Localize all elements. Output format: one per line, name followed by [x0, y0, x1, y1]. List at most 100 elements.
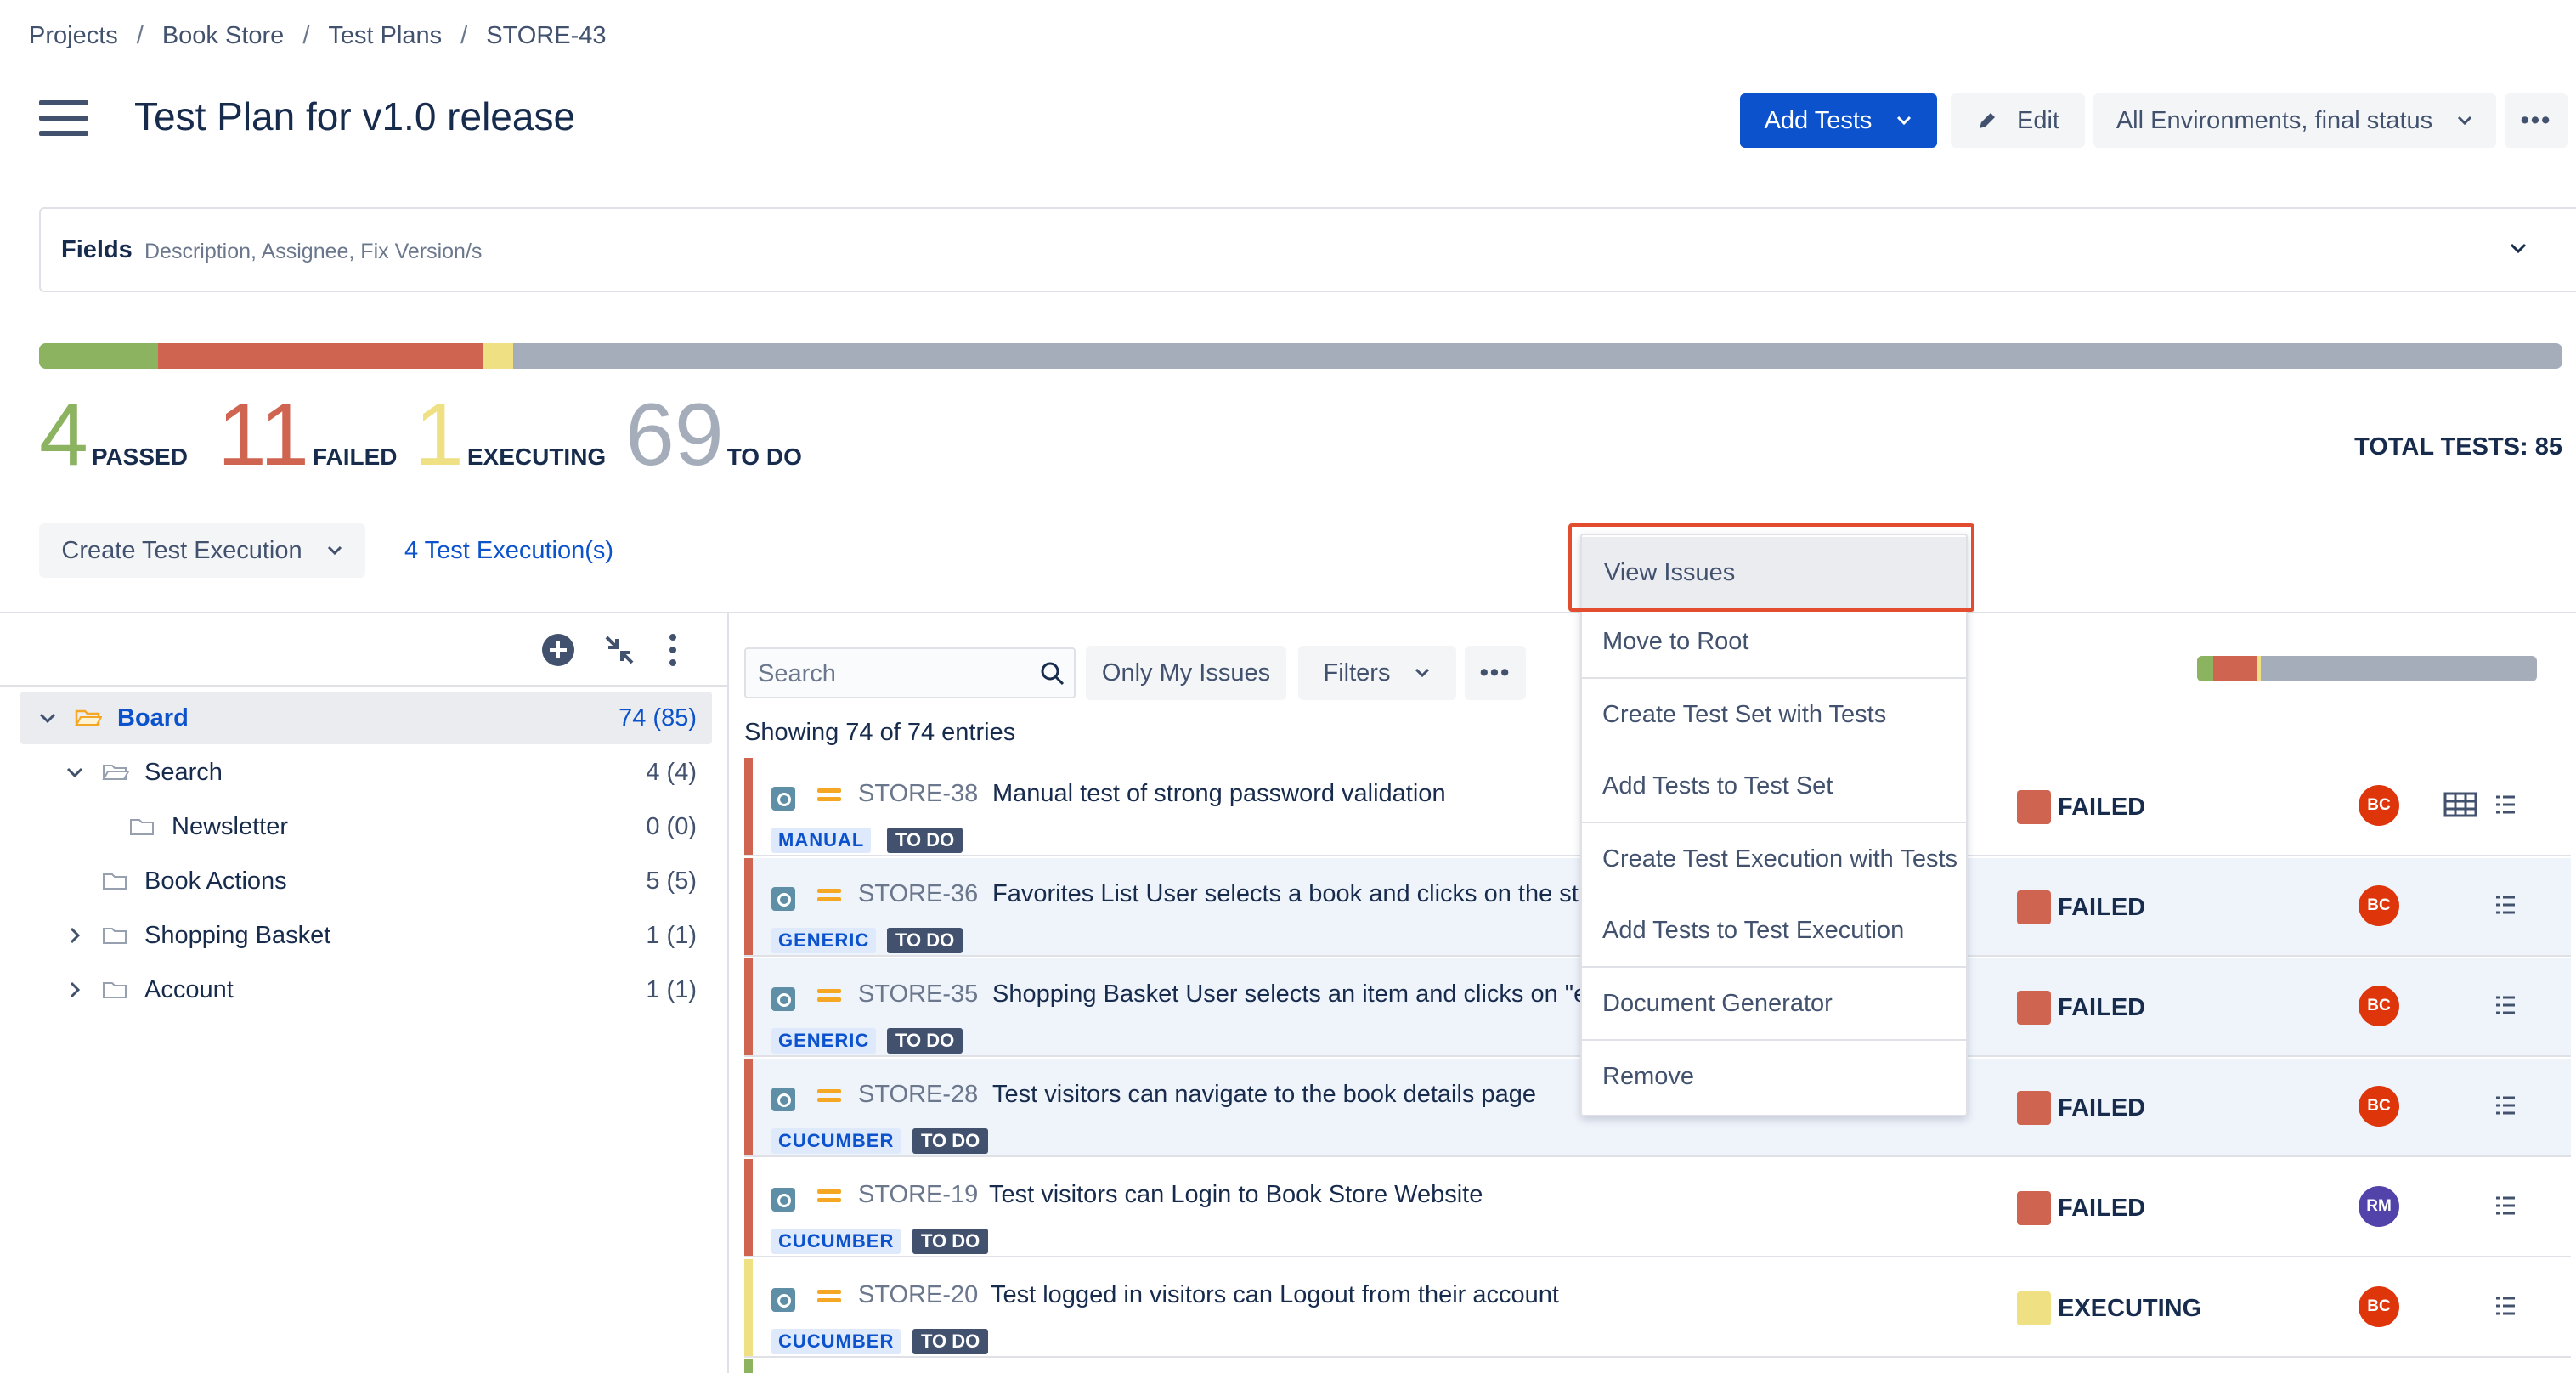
stat-failed-label: FAILED	[312, 444, 398, 470]
issue-summary[interactable]: Test visitors can navigate to the book d…	[992, 1081, 1536, 1109]
menu-item-view-issues[interactable]: View Issues	[1582, 537, 1966, 608]
tree-item-label: Newsletter	[172, 812, 288, 840]
row-status-stripe	[744, 1159, 753, 1256]
progress-failed	[157, 343, 483, 369]
tree-item-search[interactable]: Search 4 (4)	[20, 746, 712, 799]
fields-summary: Description, Assignee, Fix Version/s	[144, 240, 483, 263]
menu-item-create-test-execution[interactable]: Create Test Execution with Tests	[1580, 823, 1968, 895]
chevron-down-icon[interactable]	[37, 708, 58, 728]
issue-key[interactable]: STORE-20	[858, 1281, 978, 1309]
list-progress-failed	[2212, 656, 2257, 681]
only-my-issues-button[interactable]: Only My Issues	[1086, 646, 1286, 700]
test-type-badge: GENERIC	[771, 1028, 877, 1054]
add-tests-button[interactable]: Add Tests	[1740, 93, 1937, 148]
tree-item-book-actions[interactable]: Book Actions 5 (5)	[20, 855, 712, 907]
result-status[interactable]: FAILED	[2058, 994, 2145, 1022]
list-details-icon[interactable]	[2494, 894, 2517, 916]
avatar[interactable]: RM	[2359, 1186, 2399, 1227]
stat-failed[interactable]: 11 FAILED	[217, 391, 398, 479]
avatar[interactable]: BC	[2359, 986, 2399, 1026]
avatar[interactable]: BC	[2359, 785, 2399, 826]
test-executions-link[interactable]: 4 Test Execution(s)	[404, 537, 613, 565]
list-details-icon[interactable]	[2494, 994, 2517, 1016]
folder-icon	[103, 928, 127, 944]
issue-summary[interactable]: Test logged in visitors can Logout from …	[991, 1281, 1559, 1309]
stat-todo[interactable]: 69 TO DO	[625, 391, 802, 479]
filters-button[interactable]: Filters	[1298, 646, 1456, 700]
more-actions-button[interactable]: •••	[2505, 93, 2568, 148]
issue-key[interactable]: STORE-35	[858, 980, 978, 1009]
issue-summary[interactable]: Shopping Basket User selects an item and…	[992, 980, 1587, 1009]
breadcrumb-projects[interactable]: Projects	[29, 22, 118, 50]
issue-key[interactable]: STORE-38	[858, 780, 978, 808]
breadcrumb-test-plans[interactable]: Test Plans	[328, 22, 442, 50]
list-details-icon[interactable]	[2494, 794, 2517, 816]
create-test-execution-button[interactable]: Create Test Execution	[39, 523, 365, 578]
breadcrumb-separator: /	[136, 22, 144, 49]
folder-open-icon	[102, 765, 129, 780]
issue-summary[interactable]: Test visitors can Login to Book Store We…	[989, 1181, 1483, 1209]
list-details-icon[interactable]	[2494, 1295, 2517, 1317]
priority-medium-icon	[817, 887, 841, 904]
tree-item-shopping-basket[interactable]: Shopping Basket 1 (1)	[20, 909, 712, 962]
test-row[interactable]: STORE-20 Test logged in visitors can Log…	[744, 1259, 2571, 1358]
result-status[interactable]: FAILED	[2058, 1094, 2145, 1122]
issue-summary[interactable]: Favorites List User selects a book and c…	[992, 880, 1579, 908]
menu-hamburger-icon[interactable]	[39, 100, 88, 136]
folder-open-icon	[75, 709, 102, 726]
issue-key[interactable]: STORE-19	[858, 1181, 978, 1209]
menu-item-add-to-test-execution[interactable]: Add Tests to Test Execution	[1580, 895, 1968, 966]
grid-icon[interactable]	[2443, 792, 2477, 817]
breadcrumb-book-store[interactable]: Book Store	[162, 22, 284, 50]
list-details-icon[interactable]	[2494, 1195, 2517, 1217]
test-type-icon	[771, 887, 795, 911]
breadcrumb-issue-key[interactable]: STORE-43	[486, 22, 606, 50]
filters-label: Filters	[1323, 658, 1391, 686]
tree-item-board[interactable]: Board 74 (85)	[20, 692, 712, 744]
menu-item-add-to-test-set[interactable]: Add Tests to Test Set	[1580, 750, 1968, 822]
avatar[interactable]: BC	[2359, 885, 2399, 926]
chevron-right-icon[interactable]	[65, 925, 85, 946]
overall-progress-bar	[39, 343, 2562, 369]
issue-summary[interactable]: Manual test of strong password validatio…	[992, 780, 1446, 808]
row-status-stripe	[744, 1059, 753, 1155]
stat-executing[interactable]: 1 EXECUTING	[415, 391, 606, 479]
stat-passed[interactable]: 4 PASSED	[39, 391, 188, 479]
more-icon: •••	[1479, 658, 1511, 686]
menu-item-create-test-set[interactable]: Create Test Set with Tests	[1580, 679, 1968, 750]
test-row[interactable]: STORE-19 Test visitors can Login to Book…	[744, 1159, 2571, 1257]
search-input[interactable]	[758, 658, 1030, 690]
list-details-icon[interactable]	[2494, 1094, 2517, 1116]
panel-vertical-divider	[727, 612, 729, 1373]
menu-item-document-generator[interactable]: Document Generator	[1580, 968, 1968, 1039]
result-status[interactable]: FAILED	[2058, 1195, 2145, 1223]
search-field[interactable]	[744, 647, 1076, 698]
avatar[interactable]: BC	[2359, 1286, 2399, 1327]
tree-item-count: 4 (4)	[646, 758, 697, 786]
menu-item-remove[interactable]: Remove	[1580, 1041, 1968, 1112]
list-more-button[interactable]: •••	[1465, 646, 1526, 700]
add-folder-icon[interactable]	[540, 632, 576, 668]
chevron-down-icon[interactable]	[65, 762, 85, 783]
tree-item-label: Search	[144, 758, 223, 786]
page-title: Test Plan for v1.0 release	[134, 94, 576, 138]
result-status[interactable]: FAILED	[2058, 894, 2145, 922]
tree-item-count: 1 (1)	[646, 921, 697, 949]
collapse-all-icon[interactable]	[602, 632, 637, 668]
vertical-more-icon[interactable]	[666, 632, 680, 668]
chevron-right-icon[interactable]	[65, 980, 85, 1000]
search-icon[interactable]	[1040, 661, 1065, 686]
environment-select[interactable]: All Environments, final status	[2093, 93, 2496, 148]
menu-item-move-to-root[interactable]: Move to Root	[1580, 606, 1968, 677]
result-status[interactable]: FAILED	[2058, 794, 2145, 822]
issue-key[interactable]: STORE-28	[858, 1081, 978, 1109]
avatar[interactable]: BC	[2359, 1086, 2399, 1127]
tree-item-newsletter[interactable]: Newsletter 0 (0)	[20, 800, 712, 853]
result-status[interactable]: EXECUTING	[2058, 1295, 2201, 1323]
chevron-down-icon	[2458, 116, 2472, 126]
issue-key[interactable]: STORE-36	[858, 880, 978, 908]
row-status-stripe	[744, 858, 753, 955]
edit-button[interactable]: Edit	[1951, 93, 2085, 148]
chevron-down-icon[interactable]	[2508, 241, 2528, 255]
tree-item-account[interactable]: Account 1 (1)	[20, 963, 712, 1016]
